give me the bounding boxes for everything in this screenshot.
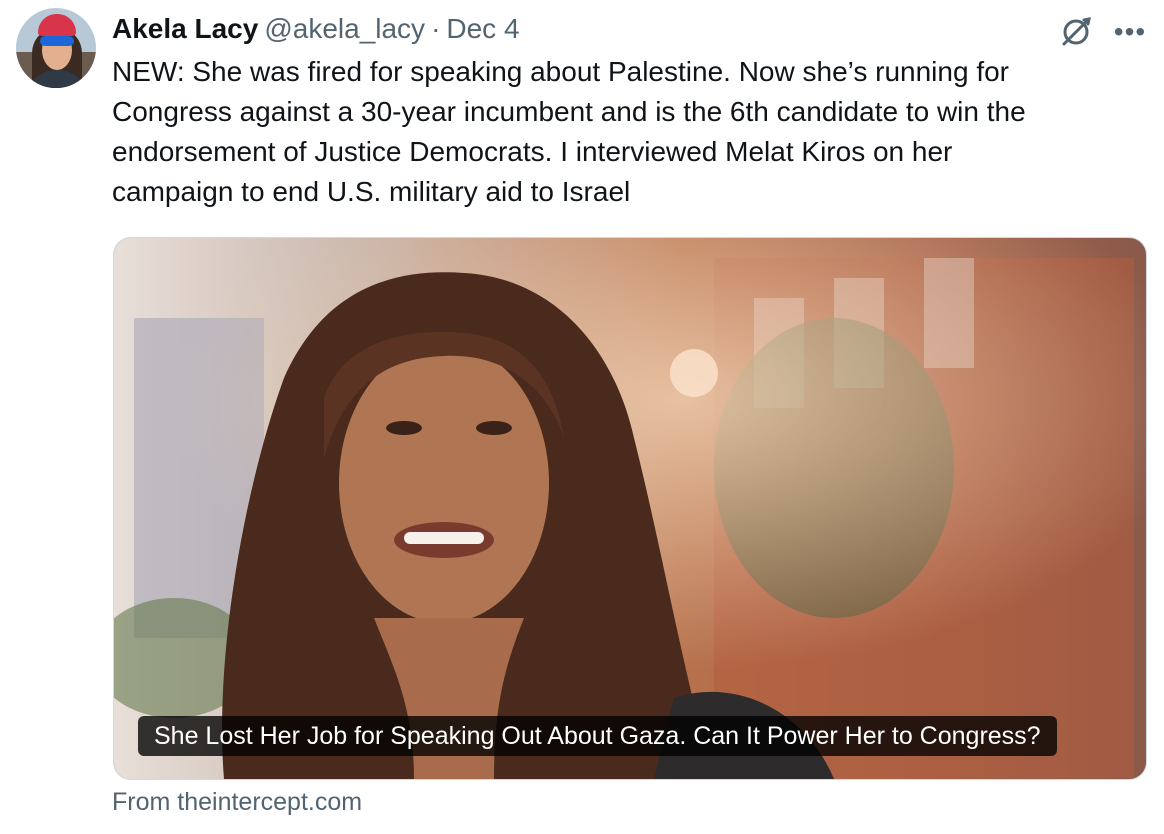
grok-icon[interactable] bbox=[1058, 14, 1094, 50]
header-separator: · bbox=[431, 13, 441, 44]
tweet-header: Akela Lacy @akela_lacy · Dec 4 bbox=[112, 10, 520, 48]
author-avatar[interactable] bbox=[16, 8, 96, 88]
card-source[interactable]: From theintercept.com bbox=[112, 788, 362, 817]
author-handle[interactable]: @akela_lacy bbox=[264, 13, 425, 45]
card-caption: She Lost Her Job for Speaking Out About … bbox=[138, 716, 1057, 756]
author-name[interactable]: Akela Lacy bbox=[112, 13, 258, 45]
tweet-text: NEW: She was fired for speaking about Pa… bbox=[112, 56, 1026, 207]
link-card[interactable]: She Lost Her Job for Speaking Out About … bbox=[113, 237, 1147, 780]
avatar-hat bbox=[38, 14, 76, 36]
article-photo bbox=[114, 238, 1146, 779]
more-options-icon[interactable]: ••• bbox=[1112, 14, 1148, 50]
avatar-glasses bbox=[40, 36, 74, 46]
tweet-date[interactable]: Dec 4 bbox=[446, 13, 519, 45]
